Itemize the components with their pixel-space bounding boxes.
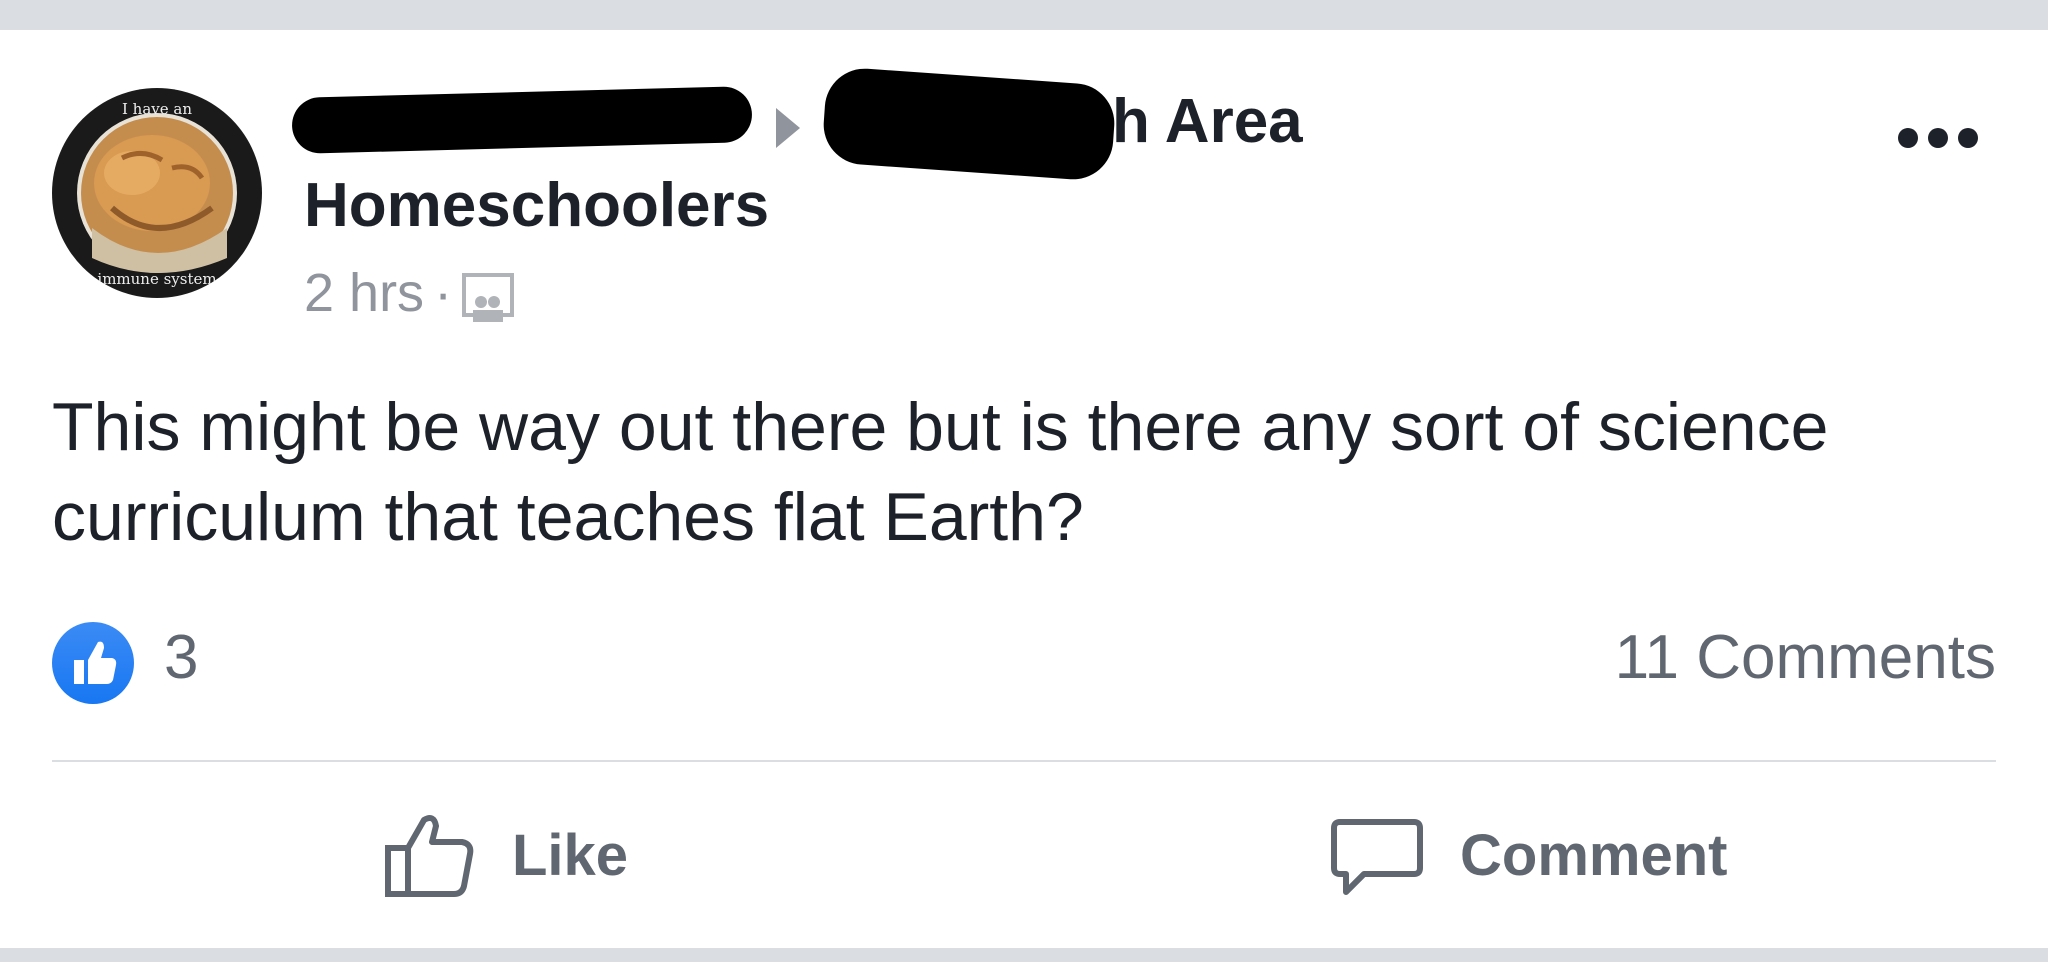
- cat-photo-icon: I have an immune system: [53, 89, 261, 297]
- group-icon: [462, 273, 515, 322]
- redacted-author-name: [291, 85, 753, 155]
- like-button[interactable]: Like: [382, 810, 628, 900]
- like-count[interactable]: 3: [164, 622, 198, 693]
- comment-count[interactable]: 11 Comments: [1615, 622, 1996, 693]
- post-body: This might be way out there but is there…: [52, 389, 1829, 555]
- post-meta: 2 hrs ·: [304, 262, 515, 324]
- divider: [52, 760, 1996, 762]
- comment-bubble-icon: [1331, 819, 1423, 895]
- group-name[interactable]: Homeschoolers: [304, 170, 769, 241]
- like-label: Like: [512, 822, 629, 888]
- meta-separator: ·: [434, 263, 453, 323]
- like-reaction-icon[interactable]: [52, 622, 134, 704]
- more-dot: [1958, 128, 1978, 148]
- chevron-right-icon: [776, 108, 800, 148]
- avatar-ring-text-top: I have an: [122, 100, 192, 118]
- avatar[interactable]: I have an immune system: [52, 88, 262, 298]
- thumbs-up-icon: [385, 815, 474, 897]
- more-dot: [1928, 128, 1948, 148]
- redacted-group-name: [821, 66, 1117, 182]
- group-name-fragment[interactable]: h Area: [1112, 86, 1303, 157]
- more-dot: [1898, 128, 1918, 148]
- avatar-ring-text-bottom: immune system: [97, 270, 216, 288]
- comment-button[interactable]: Comment: [1330, 810, 1727, 900]
- post-card: I have an immune system h Area Homeschoo…: [0, 30, 2048, 948]
- more-options-icon[interactable]: [1898, 128, 1978, 148]
- feed-separator: [0, 948, 2048, 962]
- comment-label: Comment: [1460, 822, 1728, 888]
- timestamp[interactable]: 2 hrs: [304, 262, 424, 324]
